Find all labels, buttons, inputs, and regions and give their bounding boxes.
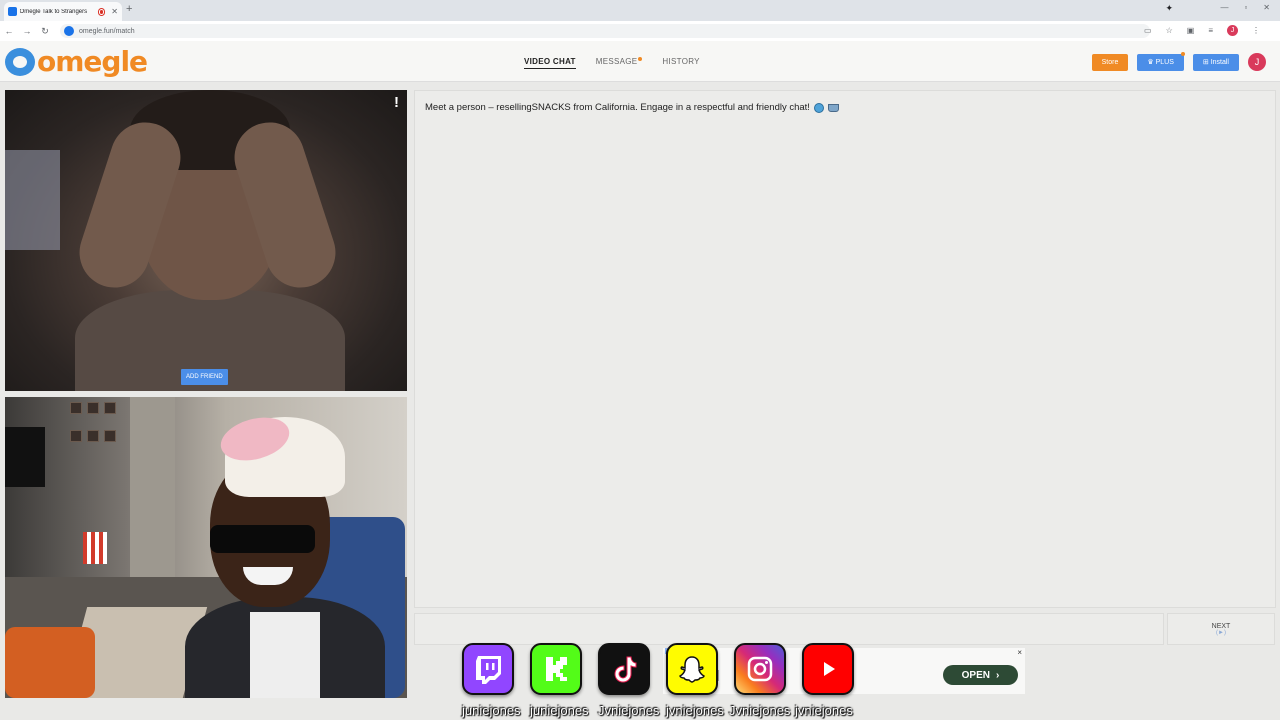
install-icon: ⊞: [1202, 59, 1211, 66]
browser-tools: ▭ ☆ ▣ ≡ J ⋮: [1144, 25, 1260, 36]
kick-icon: [530, 643, 582, 695]
message-input[interactable]: [414, 613, 1164, 645]
site-info-icon[interactable]: [64, 26, 74, 36]
browser-menu-icon[interactable]: ⋮: [1252, 26, 1260, 35]
browser-profile-avatar[interactable]: J: [1227, 25, 1238, 36]
window-controls: ✦ — ▫ ✕: [1165, 3, 1270, 13]
sidepanel-icon[interactable]: ▣: [1187, 26, 1195, 35]
chat-log[interactable]: Meet a person – resellingSNACKS from Cal…: [414, 90, 1276, 608]
tab-title: Omegle Talk to Strangers: [19, 8, 88, 15]
system-message: Meet a person – resellingSNACKS from Cal…: [425, 102, 839, 113]
streamer-sunglasses: [210, 525, 315, 553]
self-video: [5, 397, 407, 698]
popcorn-bucket: [83, 532, 107, 564]
browser-tab-bar: Omegle Talk to Strangers ✕ + ✦ — ▫ ✕: [0, 0, 1280, 21]
close-tab-icon[interactable]: ✕: [111, 7, 118, 16]
system-message-text: Meet a person – resellingSNACKS from Cal…: [425, 102, 810, 113]
snapchat-icon: [666, 643, 718, 695]
logo-mark-icon: [5, 48, 35, 76]
cast-icon[interactable]: ▭: [1144, 26, 1152, 35]
youtube-icon: [802, 643, 854, 695]
header-actions: Store ♛ PLUS ⊞ Install J: [1091, 51, 1266, 71]
reload-icon[interactable]: ↻: [36, 26, 54, 37]
kick-handle: juniejones: [530, 703, 589, 718]
globe-emoji-icon: [813, 102, 824, 113]
plus-button[interactable]: ♛ PLUS: [1137, 51, 1185, 71]
sparkle-icon[interactable]: ✦: [1165, 3, 1173, 14]
back-icon[interactable]: ←: [0, 26, 18, 36]
next-button[interactable]: NEXT (►): [1167, 613, 1275, 645]
plus-label: PLUS: [1155, 58, 1174, 66]
twitch-handle: juniejones: [462, 703, 521, 718]
report-icon[interactable]: !: [394, 94, 399, 111]
notification-dot-icon: [638, 57, 643, 61]
browser-toolbar: ← → ↻ omegle.fun/match ▭ ☆ ▣ ≡ J ⋮: [0, 21, 1280, 41]
background-pillar: [130, 397, 175, 577]
tiktok-handle: Jvniejones: [598, 703, 660, 718]
add-friend-button[interactable]: ADD FRIEND: [181, 369, 228, 385]
omegle-logo[interactable]: omegle: [5, 45, 148, 78]
snapchat-handle: jvniejones: [666, 703, 724, 718]
app-header: omegle VIDEO CHAT MESSAGE HISTORY Store …: [0, 41, 1280, 82]
store-button[interactable]: Store: [1091, 53, 1129, 71]
background-tv: [5, 427, 45, 487]
instagram-icon: [734, 643, 786, 695]
favicon-icon: [8, 7, 17, 16]
url-text: omegle.fun/match: [79, 27, 135, 35]
tiktok-icon: [598, 643, 650, 695]
tab-history[interactable]: HISTORY: [662, 57, 699, 69]
social-handles: juniejones juniejones Jvniejones jvniejo…: [462, 703, 853, 718]
tab-message-label: MESSAGE: [595, 57, 638, 66]
youtube-handle: jvniejones: [795, 703, 853, 718]
orange-couch: [5, 627, 95, 698]
instagram-handle: Jvniejones: [729, 703, 791, 718]
stranger-video: ! ADD FRIEND: [5, 90, 407, 391]
ad-open-label: OPEN: [961, 669, 990, 681]
ad-close-icon[interactable]: ×: [1017, 648, 1022, 657]
browser-tab[interactable]: Omegle Talk to Strangers ✕: [4, 2, 122, 21]
new-tab-button[interactable]: +: [126, 3, 132, 15]
bookmark-star-icon[interactable]: ☆: [1166, 26, 1173, 35]
install-button[interactable]: ⊞ Install: [1192, 53, 1239, 71]
next-label: NEXT: [1211, 622, 1231, 630]
crown-icon: ♛: [1147, 59, 1156, 66]
next-shortcut-hint: (►): [1216, 629, 1226, 636]
social-overlay: [462, 643, 854, 695]
minimize-icon[interactable]: —: [1220, 3, 1228, 12]
address-bar[interactable]: omegle.fun/match: [60, 24, 1150, 38]
tab-video-chat[interactable]: VIDEO CHAT: [524, 57, 576, 69]
background-shelf: [5, 150, 60, 250]
ad-open-button[interactable]: OPEN ›: [943, 665, 1018, 685]
main-nav: VIDEO CHAT MESSAGE HISTORY: [524, 57, 700, 69]
install-label: Install: [1210, 58, 1229, 66]
forward-icon[interactable]: →: [18, 26, 36, 36]
close-window-icon[interactable]: ✕: [1263, 3, 1270, 12]
twitch-icon: [462, 643, 514, 695]
cup-emoji-icon: [827, 103, 839, 112]
restore-icon[interactable]: ▫: [1244, 3, 1247, 12]
user-avatar[interactable]: J: [1248, 53, 1266, 71]
chevron-right-icon: ›: [996, 669, 1000, 681]
wall-frames: [70, 402, 120, 452]
tab-message[interactable]: MESSAGE: [596, 57, 643, 69]
recording-indicator-icon: [98, 8, 105, 15]
logo-text: omegle: [37, 45, 148, 78]
extensions-icon[interactable]: ≡: [1208, 26, 1213, 35]
streamer-shirt: [250, 612, 320, 698]
